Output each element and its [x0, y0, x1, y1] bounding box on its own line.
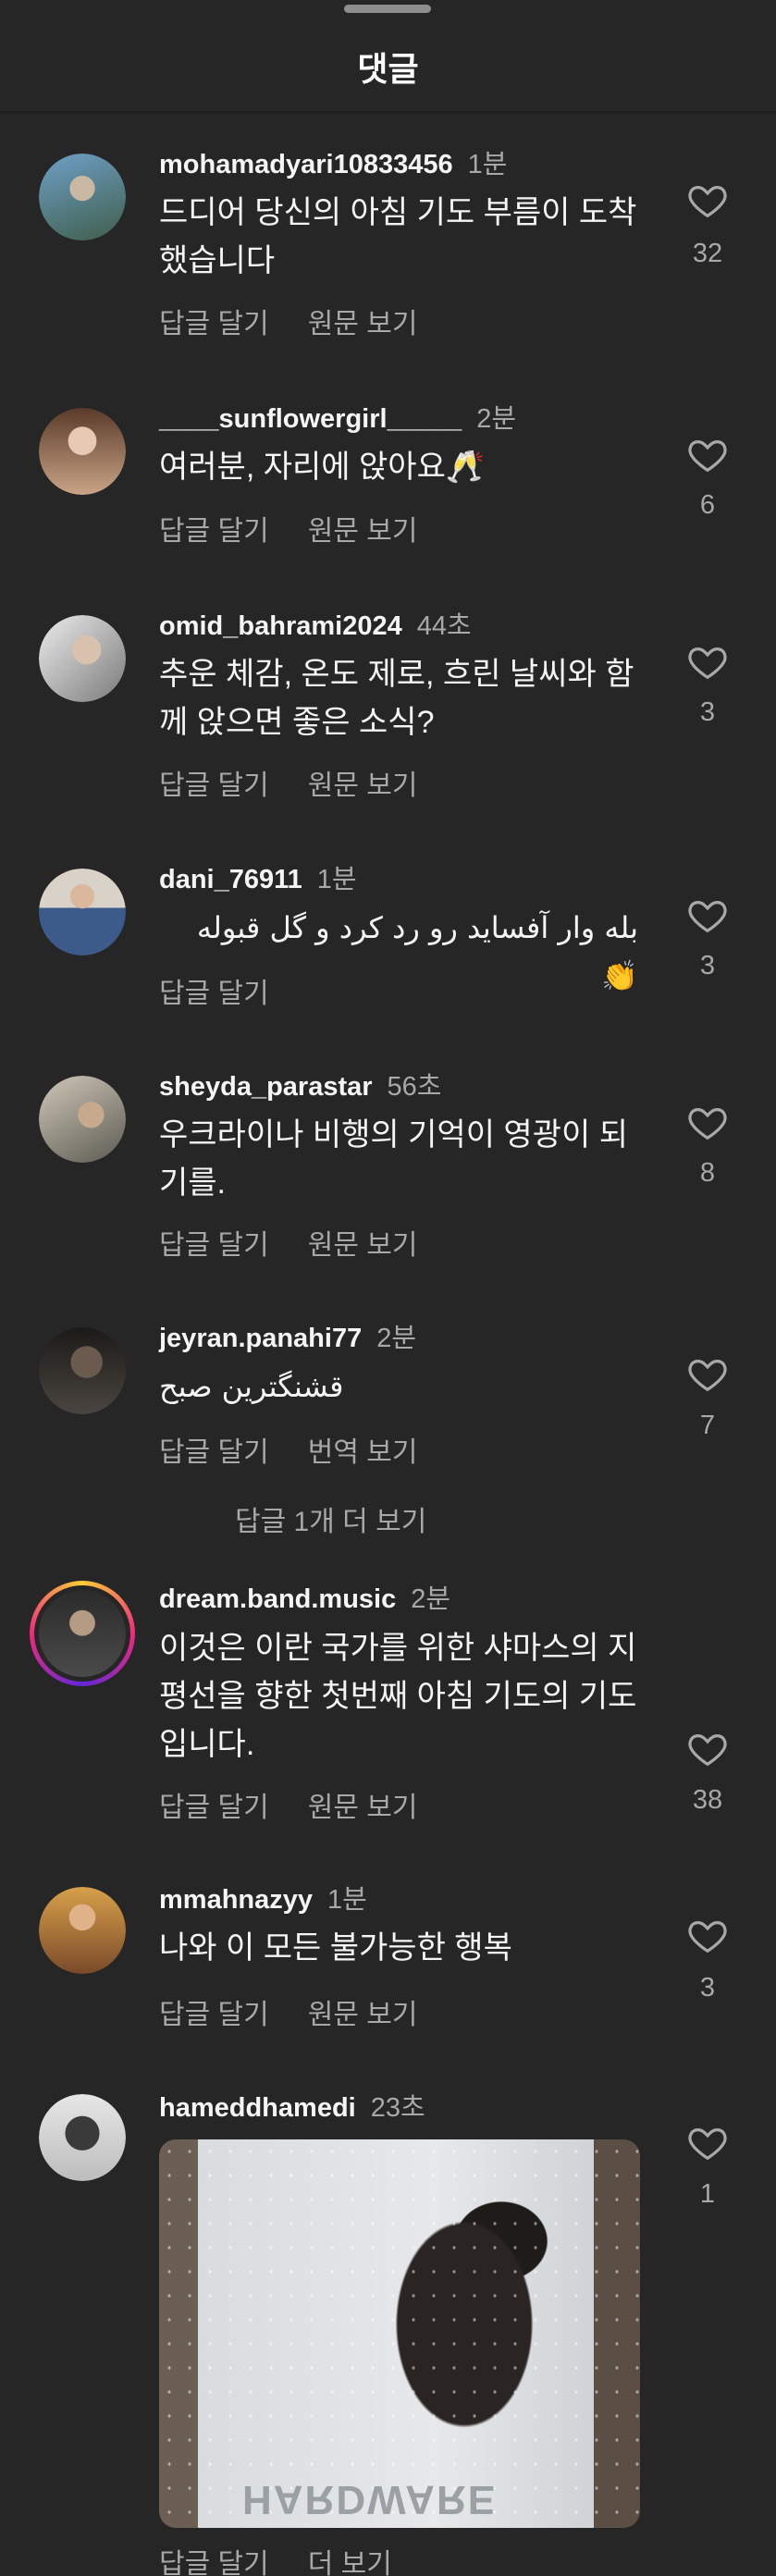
gif-sign-text: HARDWARE	[242, 2477, 498, 2522]
like-count: 32	[692, 239, 723, 268]
see-original-button[interactable]: 원문 보기	[308, 516, 418, 547]
see-original-button[interactable]: 원문 보기	[308, 770, 418, 801]
username[interactable]: dani_76911	[159, 865, 302, 894]
see-original-button[interactable]: 원문 보기	[308, 1793, 418, 1823]
reply-button[interactable]: 답글 달기	[159, 2549, 269, 2576]
avatar[interactable]	[39, 1076, 126, 1163]
heart-icon[interactable]	[686, 641, 729, 684]
avatar-story-ring[interactable]	[30, 1581, 135, 1686]
heart-icon[interactable]	[686, 894, 729, 937]
comment-text: 드디어 당신의 아침 기도 부름이 도착했습니다	[159, 195, 637, 278]
timestamp: 56초	[387, 1072, 442, 1102]
comments-sheet: 댓글 mohamadyari10833456 1분 드디어 당신의 아침 기도 부…	[0, 0, 776, 2576]
see-original-button[interactable]: 원문 보기	[308, 309, 418, 339]
username[interactable]: ____sunflowergirl_____	[159, 404, 462, 434]
reply-button[interactable]: 답글 달기	[159, 309, 269, 339]
timestamp: 1분	[467, 150, 508, 179]
avatar[interactable]	[39, 408, 126, 495]
avatar[interactable]	[39, 1887, 126, 1974]
like-count: 1	[699, 2179, 716, 2209]
reply-button[interactable]: 답글 달기	[159, 770, 269, 801]
like-count: 3	[699, 951, 716, 980]
username[interactable]: jeyran.panahi77	[159, 1324, 362, 1353]
heart-icon[interactable]	[686, 1102, 729, 1144]
see-more-button[interactable]: 더 보기	[308, 2549, 392, 2576]
timestamp: 2분	[411, 1584, 451, 1614]
username[interactable]: sheyda_parastar	[159, 1072, 373, 1102]
comment-text: 우크라이나 비행의 기억이 영광이 되기를.	[159, 1117, 628, 1201]
gif-attachment[interactable]: HARDWARE	[159, 2139, 640, 2528]
comment-text: 이것은 이란 국가를 위한 샤마스의 지평선을 향한 첫번째 아침 기도의 기도…	[159, 1631, 637, 1762]
timestamp: 1분	[316, 865, 357, 894]
avatar[interactable]	[39, 869, 126, 955]
heart-icon[interactable]	[686, 2122, 729, 2164]
heart-icon[interactable]	[686, 1915, 729, 1957]
timestamp: 44초	[416, 611, 472, 641]
sheet-header: 댓글	[0, 0, 776, 113]
avatar[interactable]	[39, 2094, 126, 2181]
like-count: 3	[699, 697, 716, 727]
avatar[interactable]	[39, 154, 126, 240]
username[interactable]: omid_bahrami2024	[159, 611, 402, 641]
username[interactable]: mmahnazyy	[159, 1885, 313, 1915]
reply-button[interactable]: 답글 달기	[159, 1230, 269, 1261]
like-count: 38	[692, 1785, 723, 1815]
username[interactable]: dream.band.music	[159, 1584, 396, 1614]
timestamp: 23초	[370, 2093, 425, 2123]
like-count: 7	[699, 1411, 716, 1440]
username[interactable]: hameddhamedi	[159, 2093, 356, 2123]
comment-text: 나와 이 모든 불가능한 행복	[159, 1930, 512, 1966]
view-more-replies-button[interactable]: 답글 1개 더 보기	[235, 1498, 426, 1539]
see-translation-button[interactable]: 번역 보기	[308, 1437, 418, 1468]
reply-button[interactable]: 답글 달기	[159, 1793, 269, 1823]
see-original-button[interactable]: 원문 보기	[308, 1230, 418, 1261]
avatar[interactable]	[39, 615, 126, 702]
comment-text: 여러분, 자리에 앉아요🥂	[159, 450, 486, 485]
reply-button[interactable]: 답글 달기	[159, 2000, 269, 2030]
reply-button[interactable]: 답글 달기	[159, 979, 269, 1009]
reply-button[interactable]: 답글 달기	[159, 1437, 269, 1468]
timestamp: 2분	[476, 404, 517, 434]
heart-icon[interactable]	[686, 179, 729, 222]
like-count: 3	[699, 1973, 716, 2003]
like-count: 6	[699, 490, 716, 520]
see-original-button[interactable]: 원문 보기	[308, 2000, 418, 2030]
page-title: 댓글	[357, 50, 419, 88]
avatar[interactable]	[39, 1327, 126, 1414]
heart-icon[interactable]	[686, 1728, 729, 1770]
heart-icon[interactable]	[686, 1353, 729, 1396]
timestamp: 2분	[376, 1324, 417, 1353]
username[interactable]: mohamadyari10833456	[159, 150, 453, 179]
timestamp: 1분	[327, 1885, 367, 1915]
comment-text: 추운 체감, 온도 제로, 흐린 날씨와 함께 앉으면 좋은 소식?	[159, 657, 634, 740]
heart-icon[interactable]	[686, 434, 729, 476]
reply-button[interactable]: 답글 달기	[159, 516, 269, 547]
drag-handle[interactable]	[344, 5, 431, 13]
comment-text: قشنگترین صبح	[159, 1369, 344, 1404]
like-count: 8	[699, 1158, 716, 1188]
